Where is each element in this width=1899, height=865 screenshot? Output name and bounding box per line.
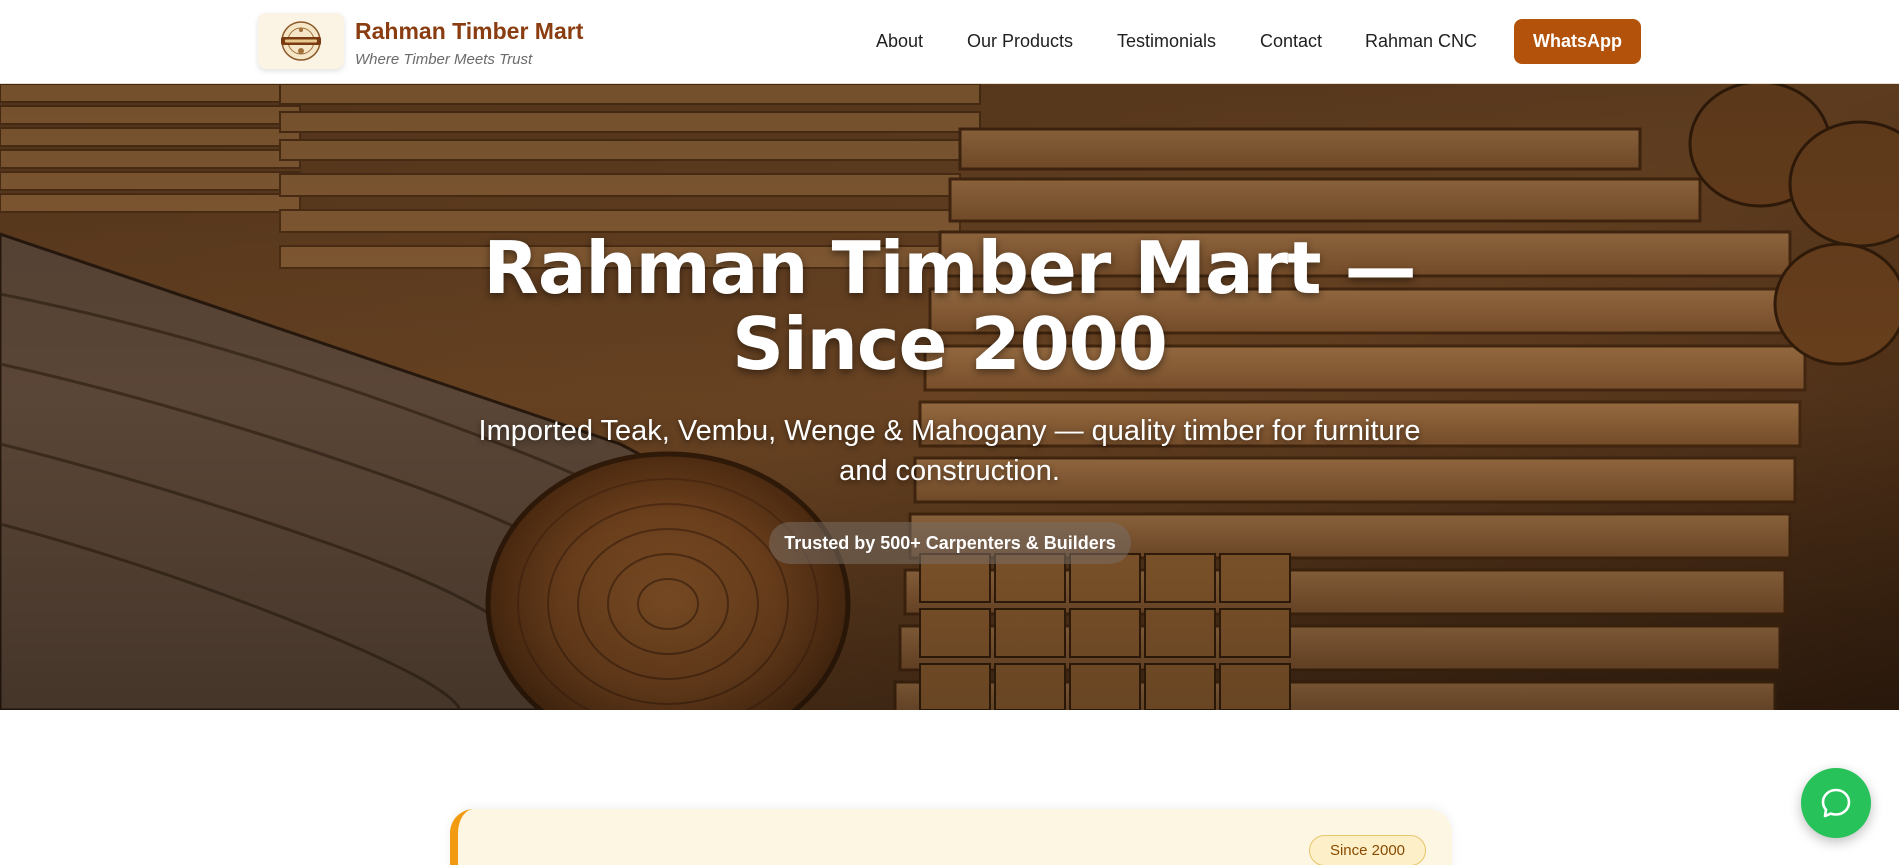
about-card xyxy=(450,809,1452,865)
hero-background-image xyxy=(0,84,1899,710)
whatsapp-button[interactable]: WhatsApp xyxy=(1514,19,1641,64)
brand-tagline: Where Timber Meets Trust xyxy=(355,51,533,68)
nav-contact[interactable]: Contact xyxy=(1260,31,1322,52)
chat-bubble-icon xyxy=(1821,788,1851,818)
brand-logo[interactable] xyxy=(258,13,344,69)
hero-subtitle-line1: Imported Teak, Vembu, Wenge & Mahogany —… xyxy=(478,415,1421,447)
whatsapp-chat-button[interactable] xyxy=(1801,768,1871,838)
hero-title-line2: Since 2000 xyxy=(732,302,1168,386)
nav-testimonials[interactable]: Testimonials xyxy=(1117,31,1216,52)
nav-rahman-cnc[interactable]: Rahman CNC xyxy=(1365,31,1477,52)
nav-our-products[interactable]: Our Products xyxy=(967,31,1073,52)
since-badge: Since 2000 xyxy=(1309,835,1426,865)
hero-subtitle-line2: and construction. xyxy=(839,455,1060,487)
hero-section: Rahman Timber Mart — Since 2000 Imported… xyxy=(0,84,1899,710)
hero-title: Rahman Timber Mart — Since 2000 xyxy=(0,230,1899,382)
nav-about[interactable]: About xyxy=(876,31,923,52)
hero-subtitle: Imported Teak, Vembu, Wenge & Mahogany —… xyxy=(0,411,1899,491)
trust-badge: Trusted by 500+ Carpenters & Builders xyxy=(769,522,1131,564)
site-header: Rahman Timber Mart Where Timber Meets Tr… xyxy=(0,0,1899,84)
hero-title-line1: Rahman Timber Mart — xyxy=(483,226,1416,310)
brand-name[interactable]: Rahman Timber Mart xyxy=(355,18,583,45)
timber-seal-logo-icon xyxy=(281,21,321,61)
